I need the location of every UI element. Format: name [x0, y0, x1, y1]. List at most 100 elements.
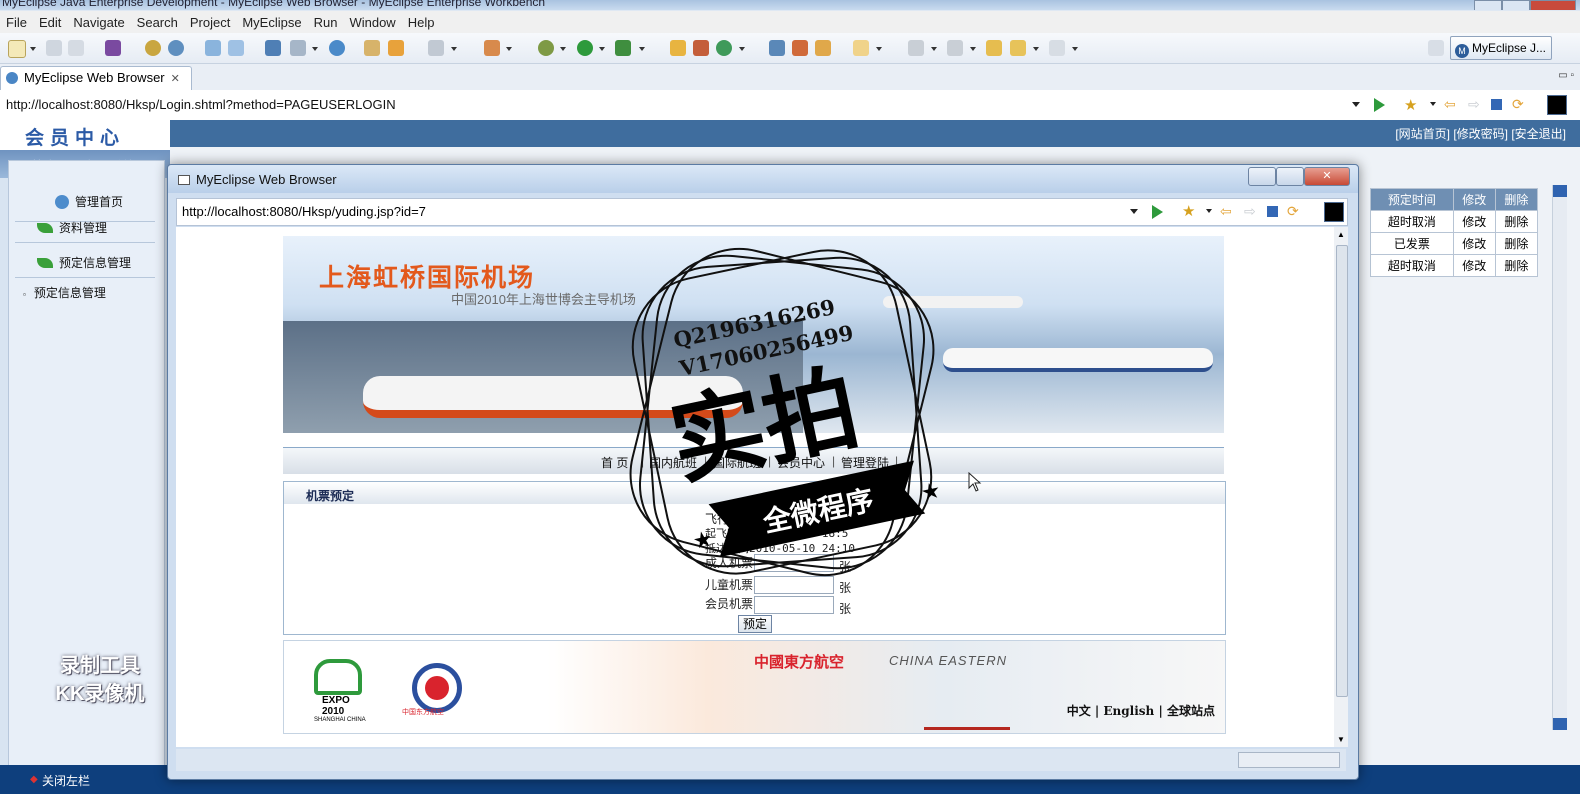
folder-icon[interactable] — [815, 40, 831, 56]
open-folder-dropdown-icon[interactable] — [876, 47, 882, 51]
camera-dropdown-icon[interactable] — [451, 47, 457, 51]
language-links[interactable]: 中文 | English | 全球站点 — [1067, 702, 1215, 719]
package-icon[interactable] — [364, 40, 380, 56]
open-folder-icon[interactable] — [853, 40, 869, 56]
menu-project[interactable]: Project — [184, 15, 236, 30]
book-button[interactable]: 预定 — [738, 615, 772, 633]
globe-icon[interactable] — [329, 40, 345, 56]
edit-link[interactable]: 修改 — [1452, 254, 1496, 277]
favorites-dropdown-icon[interactable] — [1430, 102, 1436, 106]
maximize-button[interactable] — [1502, 0, 1530, 10]
wizard-icon[interactable] — [484, 40, 500, 56]
task-dropdown-icon[interactable] — [312, 47, 318, 51]
close-tab-icon[interactable]: ✕ — [171, 73, 180, 85]
menu-run[interactable]: Run — [308, 15, 344, 30]
stop-icon[interactable] — [1491, 99, 1502, 110]
refresh-icon[interactable]: ⟳ — [1512, 96, 1524, 113]
delete-link[interactable]: 删除 — [1494, 210, 1539, 233]
perspective-button[interactable]: M MyEclipse J... — [1450, 36, 1552, 60]
nav-admin[interactable]: 管理登陆 — [841, 454, 889, 471]
menu-home[interactable]: 管理首页 — [55, 193, 123, 210]
right-scrollbar[interactable] — [1552, 185, 1567, 730]
menu-search[interactable]: Search — [131, 15, 184, 30]
hierarchy-icon[interactable] — [265, 40, 281, 56]
new-java-project-icon[interactable] — [670, 40, 686, 56]
prev-annotation-dropdown-icon[interactable] — [970, 47, 976, 51]
popup-favorites-dropdown-icon[interactable] — [1206, 209, 1212, 213]
deploy-icon[interactable] — [105, 40, 121, 56]
external-tools-icon[interactable] — [615, 40, 631, 56]
debug-server-icon[interactable] — [145, 40, 161, 56]
new-class-dropdown-icon[interactable] — [739, 47, 745, 51]
menu-booking[interactable]: 预定信息管理 — [37, 254, 131, 271]
popup-console-icon[interactable] — [1324, 202, 1344, 222]
popup-url-dropdown-icon[interactable] — [1130, 209, 1138, 214]
menu-file[interactable]: File — [0, 15, 33, 30]
url-dropdown-icon[interactable] — [1352, 102, 1360, 107]
minimize-button[interactable] — [1474, 0, 1502, 10]
print-icon[interactable] — [68, 40, 84, 56]
popup-stop-icon[interactable] — [1267, 206, 1278, 217]
go-icon[interactable] — [1374, 98, 1385, 112]
next-annotation-icon[interactable] — [908, 40, 924, 56]
delete-link[interactable]: 删除 — [1494, 232, 1539, 255]
debug-dropdown-icon[interactable] — [560, 47, 566, 51]
scroll-up-icon[interactable] — [1553, 185, 1567, 197]
new-file-icon[interactable] — [388, 40, 404, 56]
new-package-icon[interactable] — [693, 40, 709, 56]
edit-link[interactable]: 修改 — [1452, 232, 1496, 255]
save-icon[interactable] — [46, 40, 62, 56]
external-tools-dropdown-icon[interactable] — [639, 47, 645, 51]
popup-scrollbar[interactable]: ▲ ▼ — [1334, 227, 1348, 747]
favorites-icon[interactable]: ★ — [1404, 96, 1417, 114]
forward-icon[interactable] — [1049, 40, 1065, 56]
top-links[interactable]: [网站首页] [修改密码] [安全退出] — [1395, 125, 1566, 142]
menu-booking-sub[interactable]: ▫ 预定信息管理 — [23, 284, 106, 301]
close-left-icon[interactable]: ◆ — [30, 774, 38, 785]
open-web-browser-icon[interactable] — [769, 40, 785, 56]
forward-arrow-icon[interactable]: ⇨ — [1468, 96, 1480, 113]
scroll-down-icon[interactable]: ▼ — [1337, 735, 1345, 744]
open-perspective-icon[interactable] — [1428, 40, 1444, 56]
open-type-icon[interactable] — [205, 40, 221, 56]
tab-web-browser[interactable]: MyEclipse Web Browser ✕ — [0, 66, 192, 91]
search-icon[interactable] — [228, 40, 244, 56]
nav-domestic[interactable]: 国内航班 — [649, 454, 697, 471]
popup-back-icon[interactable]: ⇦ — [1220, 203, 1232, 220]
scroll-up-icon[interactable]: ▲ — [1337, 230, 1345, 239]
console-icon[interactable] — [1547, 95, 1567, 115]
delete-link[interactable]: 删除 — [1494, 254, 1539, 277]
menu-edit[interactable]: Edit — [33, 15, 67, 30]
maximize-view-icon[interactable]: ▭ ▫ — [1558, 70, 1574, 81]
server-icon[interactable] — [168, 40, 184, 56]
popup-minimize-button[interactable] — [1248, 167, 1276, 186]
back-icon[interactable] — [1010, 40, 1026, 56]
task-icon[interactable] — [290, 40, 306, 56]
popup-maximize-button[interactable] — [1276, 167, 1304, 186]
menu-navigate[interactable]: Navigate — [67, 15, 130, 30]
menu-help[interactable]: Help — [402, 15, 441, 30]
camera-icon[interactable] — [428, 40, 444, 56]
close-left-link[interactable]: 关闭左栏 — [42, 772, 90, 789]
new-dropdown-icon[interactable] — [30, 47, 36, 51]
nav-international[interactable]: 国际航班 — [713, 454, 761, 471]
menu-profile[interactable]: 资料管理 — [37, 219, 107, 236]
menu-myeclipse[interactable]: MyEclipse — [236, 15, 307, 30]
menu-window[interactable]: Window — [343, 15, 401, 30]
new-class-icon[interactable] — [716, 40, 732, 56]
prev-annotation-icon[interactable] — [947, 40, 963, 56]
new-icon[interactable] — [8, 40, 26, 58]
popup-url-input[interactable]: http://localhost:8080/Hksp/yuding.jsp?id… — [182, 204, 426, 219]
adult-ticket-input[interactable] — [754, 554, 834, 572]
member-ticket-input[interactable] — [754, 596, 834, 614]
popup-favorites-icon[interactable]: ★ — [1182, 202, 1195, 220]
forward-dropdown-icon[interactable] — [1072, 47, 1078, 51]
back-dropdown-icon[interactable] — [1033, 47, 1039, 51]
scroll-down-icon[interactable] — [1553, 718, 1567, 730]
child-ticket-input[interactable] — [754, 576, 834, 594]
popup-refresh-icon[interactable]: ⟳ — [1287, 203, 1299, 220]
bug-icon[interactable] — [538, 40, 554, 56]
run-icon[interactable] — [577, 40, 593, 56]
next-annotation-dropdown-icon[interactable] — [931, 47, 937, 51]
wizard-dropdown-icon[interactable] — [506, 47, 512, 51]
